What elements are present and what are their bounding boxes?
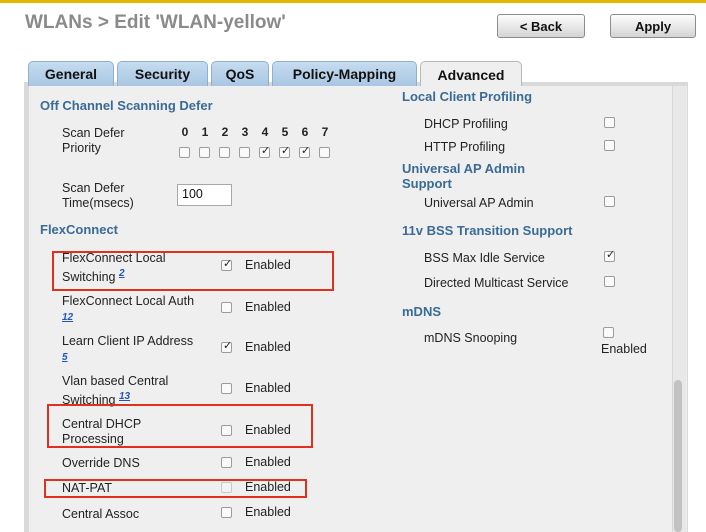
priority-digit: 4	[261, 125, 269, 139]
section-off-channel-scanning: Off Channel Scanning Defer	[40, 98, 213, 113]
tab-policy-mapping[interactable]: Policy-Mapping	[272, 61, 417, 86]
scan-defer-priority-label: Scan Defer Priority	[62, 126, 125, 155]
directed-multicast-label: Directed Multicast Service	[424, 276, 569, 290]
highlight-box-nat-pat	[44, 479, 307, 498]
priority-digit: 5	[281, 125, 289, 139]
footnote-link[interactable]: 12	[62, 312, 73, 323]
section-mdns: mDNS	[402, 304, 442, 319]
flexconnect-local-auth-checkbox[interactable]	[221, 302, 232, 313]
universal-ap-admin-checkbox[interactable]	[604, 196, 615, 207]
priority-checkbox-1[interactable]	[199, 147, 210, 158]
priority-checkbox-5[interactable]	[279, 144, 290, 158]
mdns-enabled-text: Enabled	[601, 342, 647, 356]
highlight-box-central-dhcp	[47, 404, 313, 448]
dhcp-profiling-checkbox[interactable]	[604, 117, 615, 128]
section-flexconnect: FlexConnect	[40, 222, 119, 237]
override-dns-checkbox[interactable]	[221, 457, 232, 468]
bss-max-idle-label: BSS Max Idle Service	[424, 251, 545, 265]
central-assoc-label: Central Assoc	[62, 507, 140, 521]
top-accent-line	[0, 0, 706, 3]
tab-qos[interactable]: QoS	[211, 61, 269, 86]
scrollbar-thumb[interactable]	[674, 380, 682, 532]
bss-max-idle-checkbox[interactable]	[604, 248, 615, 262]
priority-digit: 6	[301, 125, 309, 139]
enabled-text: Enabled	[245, 505, 291, 519]
section-bss-transition: 11v BSS Transition Support	[402, 223, 573, 238]
highlight-box-local-switching	[52, 251, 334, 291]
priority-checkbox-3[interactable]	[239, 147, 250, 158]
priority-checkbox-6[interactable]	[299, 144, 310, 158]
priority-checkbox-0[interactable]	[179, 147, 190, 158]
page-title: WLANs > Edit 'WLAN-yellow'	[25, 12, 286, 33]
directed-multicast-checkbox[interactable]	[604, 276, 615, 287]
scan-defer-time-label: Scan Defer Time(msecs)	[62, 181, 134, 210]
enabled-text: Enabled	[245, 300, 291, 314]
priority-digit: 3	[241, 125, 249, 139]
http-profiling-label: HTTP Profiling	[424, 140, 506, 154]
learn-client-ip-checkbox[interactable]	[221, 339, 232, 353]
enabled-text: Enabled	[245, 455, 291, 469]
tab-security[interactable]: Security	[117, 61, 208, 86]
section-local-client-profiling: Local Client Profiling	[402, 89, 533, 104]
priority-digit: 1	[201, 125, 209, 139]
footnote-link[interactable]: 13	[119, 391, 130, 402]
enabled-text: Enabled	[245, 340, 291, 354]
apply-button[interactable]: Apply	[610, 14, 696, 38]
section-universal-ap-admin: Universal AP Admin Support	[402, 161, 526, 191]
flexconnect-local-auth-label: FlexConnect Local Auth 12	[62, 294, 195, 323]
priority-checkbox-2[interactable]	[219, 147, 230, 158]
central-assoc-checkbox[interactable]	[221, 507, 232, 518]
tab-advanced[interactable]: Advanced	[420, 61, 522, 88]
mdns-snooping-checkbox[interactable]	[603, 327, 614, 338]
tab-general[interactable]: General	[28, 61, 114, 86]
enabled-text: Enabled	[245, 381, 291, 395]
universal-ap-admin-label: Universal AP Admin	[424, 196, 534, 210]
scan-defer-time-input[interactable]: 100	[177, 184, 232, 206]
footnote-link[interactable]: 5	[62, 352, 68, 363]
override-dns-label: Override DNS	[62, 456, 140, 470]
mdns-snooping-label: mDNS Snooping	[424, 331, 518, 345]
priority-checkbox-7[interactable]	[319, 147, 330, 158]
back-button[interactable]: < Back	[497, 14, 585, 38]
http-profiling-checkbox[interactable]	[604, 140, 615, 151]
priority-digit: 2	[221, 125, 229, 139]
priority-digit: 0	[181, 125, 189, 139]
vlan-central-switching-checkbox[interactable]	[221, 383, 232, 394]
priority-checkbox-4[interactable]	[259, 144, 270, 158]
priority-digit: 7	[321, 125, 329, 139]
learn-client-ip-label: Learn Client IP Address 5	[62, 334, 194, 363]
dhcp-profiling-label: DHCP Profiling	[424, 117, 508, 131]
